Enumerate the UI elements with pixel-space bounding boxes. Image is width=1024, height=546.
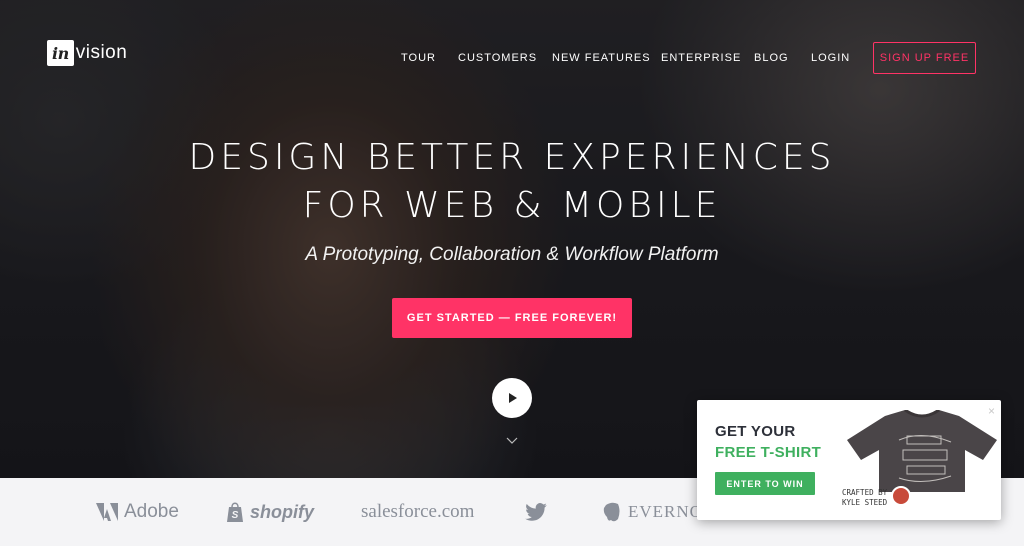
play-video-button[interactable] [492,378,532,418]
shopify-bag-icon: S [226,501,244,523]
nav-customers[interactable]: CUSTOMERS [458,52,537,64]
logo-badge: in [47,40,74,66]
evernote-elephant-icon [602,501,622,523]
salesforce-logo: salesforce.com [361,500,474,524]
headline-line-1: DESIGN BETTER EXPERIENCES [188,137,836,178]
nav-blog[interactable]: BLOG [754,52,789,64]
sign-up-button[interactable]: SIGN UP FREE [873,42,976,74]
nav-enterprise[interactable]: ENTERPRISE [661,52,741,64]
twitter-logo [525,500,547,524]
shopify-logo: S shopify [226,500,314,524]
adobe-label: Adobe [124,501,179,522]
hero-headline: DESIGN BETTER EXPERIENCES FOR WEB & MOBI… [0,134,1024,230]
adobe-icon [96,503,118,521]
crafted-by-label: CRAFTED BY [842,488,888,497]
chevron-down-icon[interactable] [505,436,519,446]
nav-tour[interactable]: TOUR [401,52,436,64]
invision-logo[interactable]: in vision [47,40,127,66]
twitter-bird-icon [525,503,547,521]
crafter-name: KYLE STEED [842,498,888,507]
hero-section: in vision TOUR CUSTOMERS NEW FEATURES EN… [0,0,1024,478]
headline-line-2: FOR WEB & MOBILE [302,185,722,226]
play-icon [509,393,517,403]
shopify-label: shopify [250,501,315,522]
avatar [891,486,911,506]
svg-text:S: S [232,510,239,521]
nav-new-features[interactable]: NEW FEATURES [552,52,651,64]
logo-wordmark: vision [75,42,128,63]
adobe-logo: Adobe [96,500,179,524]
hero-subhead: A Prototyping, Collaboration & Workflow … [305,244,719,265]
get-started-button[interactable]: GET STARTED — FREE FOREVER! [392,298,632,338]
salesforce-label: salesforce.com [361,501,475,522]
nav-login[interactable]: LOGIN [811,52,850,64]
crafted-by-credit: CRAFTED BY KYLE STEED [842,488,887,508]
